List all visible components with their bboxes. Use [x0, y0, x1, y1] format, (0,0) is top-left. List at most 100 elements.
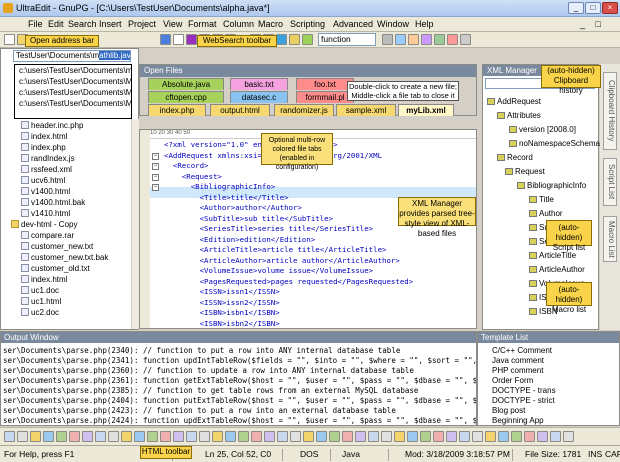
fold-toggle-icon[interactable]: −	[152, 152, 159, 160]
file-tree-item[interactable]: rssfeed.xml	[21, 165, 72, 175]
html-toolbar-button-icon[interactable]	[43, 431, 54, 442]
file-tree-item[interactable]: customer_new.txt	[21, 242, 93, 252]
html-toolbar-button-icon[interactable]	[394, 431, 405, 442]
file-tree-item[interactable]: customer_old.txt	[21, 264, 90, 274]
fold-toggle-icon[interactable]: −	[152, 163, 159, 170]
menu-column[interactable]: Column	[223, 19, 254, 29]
address-history-list[interactable]: c:\users\TestUser\Documents\mat c:\users…	[14, 64, 132, 119]
file-tab[interactable]: randomizer.js	[274, 104, 334, 116]
file-tab[interactable]: cftopen.cpp	[148, 91, 224, 103]
address-history-item[interactable]: c:\users\TestUser\Documents\My	[15, 76, 131, 87]
menu-edit[interactable]: Edit	[48, 19, 64, 29]
output-line[interactable]: ser\Documents\parse.php(2361): function …	[3, 376, 476, 386]
xml-tree-node[interactable]: ArticleAuthor	[529, 265, 585, 275]
menu-window[interactable]: Window	[377, 19, 409, 29]
template-item[interactable]: Order Form	[492, 376, 533, 386]
websearch-wikipedia-icon[interactable]	[173, 34, 184, 45]
template-item[interactable]: DOCTYPE - strict	[492, 396, 555, 406]
html-toolbar-button-icon[interactable]	[381, 431, 392, 442]
xml-tree-node[interactable]: Attributes	[497, 111, 541, 121]
fold-toggle-icon[interactable]: −	[152, 184, 159, 191]
html-toolbar-button-icon[interactable]	[355, 431, 366, 442]
html-toolbar-button-icon[interactable]	[108, 431, 119, 442]
menu-format[interactable]: Format	[188, 19, 217, 29]
file-tree-item[interactable]: uc1.html	[21, 297, 61, 307]
xml-tree-node[interactable]: AddRequest	[487, 97, 541, 107]
html-toolbar-button-icon[interactable]	[147, 431, 158, 442]
menu-project[interactable]: Project	[128, 19, 156, 29]
file-tree-item[interactable]: index.php	[21, 143, 66, 153]
fold-toggle-icon[interactable]: −	[152, 173, 159, 181]
html-toolbar-button-icon[interactable]	[329, 431, 340, 442]
title-bar[interactable]: UltraEdit - GnuPG - [C:\Users\TestUser\D…	[0, 0, 620, 17]
address-history-item[interactable]: c:\users\TestUser\Documents\My	[15, 98, 131, 109]
template-item[interactable]: PHP comment	[492, 366, 543, 376]
toolbar-icon-d[interactable]	[421, 34, 432, 45]
xml-tree-node[interactable]: BibliographicInfo	[517, 181, 586, 191]
tag-icon[interactable]	[302, 34, 313, 45]
output-line[interactable]: ser\Documents\parse.php(2341): function …	[3, 356, 476, 366]
xml-tree-node[interactable]: Request	[505, 167, 545, 177]
html-toolbar-button-icon[interactable]	[69, 431, 80, 442]
maximize-icon[interactable]: □	[585, 2, 601, 14]
html-toolbar-button-icon[interactable]	[290, 431, 301, 442]
toolbar-icon-e[interactable]	[434, 34, 445, 45]
html-toolbar-button-icon[interactable]	[186, 431, 197, 442]
menu-advanced[interactable]: Advanced	[333, 19, 373, 29]
output-line[interactable]: ser\Documents\parse.php(2404): function …	[3, 396, 476, 406]
xml-tree-node[interactable]: Title	[529, 195, 554, 205]
menu-search[interactable]: Search	[68, 19, 97, 29]
html-toolbar-button-icon[interactable]	[303, 431, 314, 442]
file-tree-item[interactable]: header.inc.php	[21, 121, 84, 131]
bookmark-icon[interactable]	[276, 34, 287, 45]
toolbar-icon-b[interactable]	[395, 34, 406, 45]
html-toolbar-button-icon[interactable]	[537, 431, 548, 442]
template-item[interactable]: Beginning App	[492, 416, 544, 425]
html-toolbar-button-icon[interactable]	[30, 431, 41, 442]
template-item[interactable]: Java comment	[492, 356, 544, 366]
xml-tree-node[interactable]: Record	[497, 153, 533, 163]
html-toolbar-button-icon[interactable]	[277, 431, 288, 442]
address-history-item[interactable]: c:\users\TestUser\Documents\mat	[15, 65, 131, 76]
html-toolbar-button-icon[interactable]	[550, 431, 561, 442]
websearch-google-icon[interactable]	[160, 34, 171, 45]
html-toolbar-button-icon[interactable]	[121, 431, 132, 442]
menu-help[interactable]: Help	[415, 19, 434, 29]
html-toolbar-button-icon[interactable]	[459, 431, 470, 442]
html-toolbar-button-icon[interactable]	[368, 431, 379, 442]
file-tree-item[interactable]: v1400.html.bak	[21, 198, 85, 208]
file-tab[interactable]: Absolute.java	[148, 78, 224, 90]
goto-icon[interactable]	[289, 34, 300, 45]
file-tree-item[interactable]: dev-html - Copy	[11, 220, 77, 230]
html-toolbar-button-icon[interactable]	[316, 431, 327, 442]
output-line[interactable]: ser\Documents\parse.php(2424): function …	[3, 416, 476, 425]
clipboard-history-tab[interactable]: Clipboard History	[603, 72, 617, 150]
html-toolbar-button-icon[interactable]	[173, 431, 184, 442]
file-tree-item[interactable]: v1400.html	[21, 187, 70, 197]
html-toolbar-button-icon[interactable]	[485, 431, 496, 442]
html-toolbar-button-icon[interactable]	[524, 431, 535, 442]
xml-tree-node[interactable]: version [2008.0]	[509, 125, 576, 135]
toolbar-icon-c[interactable]	[408, 34, 419, 45]
html-toolbar-button-icon[interactable]	[56, 431, 67, 442]
menu-insert[interactable]: Insert	[99, 19, 122, 29]
html-toolbar-button-icon[interactable]	[446, 431, 457, 442]
html-toolbar-button-icon[interactable]	[17, 431, 28, 442]
macro-list-tab[interactable]: Macro List	[603, 216, 617, 262]
template-item[interactable]: C/C++ Comment	[492, 346, 552, 356]
file-tree-item[interactable]: customer_new.txt.bak	[21, 253, 108, 263]
function-list-box[interactable]: function	[318, 33, 376, 46]
html-toolbar-button-icon[interactable]	[498, 431, 509, 442]
template-item[interactable]: Blog post	[492, 406, 525, 416]
xml-tree-node[interactable]: Author	[529, 209, 563, 219]
toolbar-icon-a[interactable]	[382, 34, 393, 45]
output-line[interactable]: ser\Documents\parse.php(2423): // functi…	[3, 406, 396, 416]
menu-macro[interactable]: Macro	[258, 19, 283, 29]
output-line[interactable]: ser\Documents\parse.php(2340): // functi…	[3, 346, 400, 356]
html-toolbar-button-icon[interactable]	[199, 431, 210, 442]
html-toolbar-button-icon[interactable]	[342, 431, 353, 442]
websearch-yahoo-icon[interactable]	[186, 34, 197, 45]
file-tree-item[interactable]: index.html	[21, 275, 67, 285]
file-tab[interactable]: sample.xml	[336, 104, 396, 116]
close-icon[interactable]: ×	[602, 2, 618, 14]
